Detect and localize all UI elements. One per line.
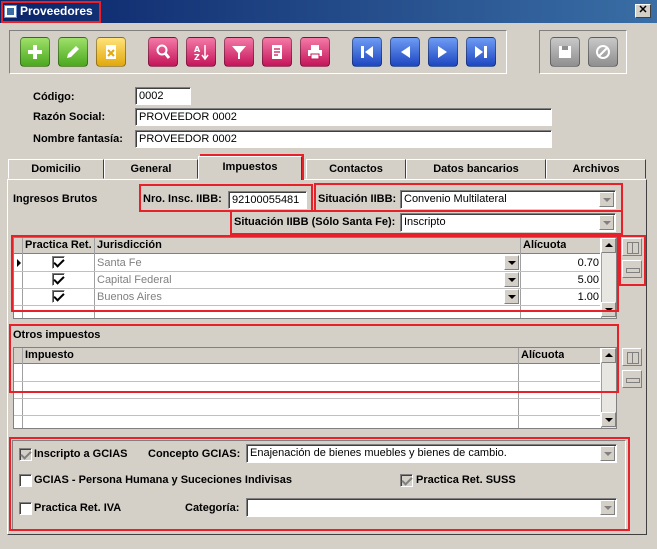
tab-datos-bancarios[interactable]: Datos bancarios bbox=[406, 159, 546, 179]
situacion-sf-select[interactable]: Inscripto bbox=[400, 213, 616, 232]
jurisdiccion-cell[interactable]: Buenos Aires bbox=[97, 289, 162, 305]
alicuota-cell[interactable]: 1.00 bbox=[523, 289, 599, 305]
scroll-up-icon[interactable] bbox=[601, 348, 616, 363]
iva-checkbox[interactable] bbox=[19, 502, 32, 515]
cancel-icon[interactable] bbox=[588, 37, 618, 67]
delete-row-icon[interactable] bbox=[622, 260, 642, 278]
situacion-iibb-select[interactable]: Convenio Multilateral bbox=[400, 190, 616, 209]
sort-az-icon[interactable]: AZ bbox=[186, 37, 216, 67]
suss-checkbox[interactable] bbox=[400, 474, 413, 487]
header-jurisdiccion[interactable]: Jurisdicción bbox=[97, 237, 162, 253]
print-icon[interactable] bbox=[300, 37, 330, 67]
chevron-down-icon[interactable] bbox=[504, 272, 519, 287]
inscripto-gcias-label: Inscripto a GCIAS bbox=[34, 448, 128, 460]
situacion-sf-label: Situación IIBB (Sólo Santa Fe): bbox=[234, 216, 396, 228]
nro-insc-label: Nro. Insc. IIBB: bbox=[143, 193, 222, 205]
otros-impuestos-header bbox=[14, 348, 600, 364]
practica-ret-checkbox[interactable] bbox=[52, 256, 65, 269]
chevron-down-icon[interactable] bbox=[599, 215, 614, 230]
jurisdicciones-scrollbar[interactable] bbox=[601, 238, 616, 318]
tab-contactos[interactable]: Contactos bbox=[306, 159, 406, 179]
alicuota-cell[interactable]: 5.00 bbox=[523, 272, 599, 288]
search-icon[interactable] bbox=[148, 37, 178, 67]
gcias-persona-label: GCIAS - Persona Humana y Suceciones Indi… bbox=[34, 474, 292, 486]
last-record-icon[interactable] bbox=[466, 37, 496, 67]
ingresos-brutos-label: Ingresos Brutos bbox=[13, 193, 98, 205]
chevron-down-icon[interactable] bbox=[504, 289, 519, 304]
razon-social-label: Razón Social: bbox=[33, 111, 106, 123]
otros-impuestos-label: Otros impuestos bbox=[13, 329, 101, 341]
app-icon bbox=[4, 5, 17, 18]
first-record-icon[interactable] bbox=[352, 37, 382, 67]
current-row-indicator bbox=[17, 259, 21, 267]
razon-social-input[interactable]: PROVEEDOR 0002 bbox=[135, 108, 552, 126]
nro-insc-input[interactable]: 92100055481 bbox=[228, 191, 307, 209]
suss-label: Practica Ret. SUSS bbox=[416, 474, 516, 486]
delete-row-icon[interactable] bbox=[622, 370, 642, 388]
header-practica-ret[interactable]: Practica Ret. bbox=[25, 237, 92, 253]
scroll-up-icon[interactable] bbox=[601, 238, 616, 253]
add-row-icon[interactable] bbox=[622, 348, 642, 366]
concepto-gcias-value: Enajenación de bienes muebles y bienes d… bbox=[250, 447, 507, 459]
gcias-persona-checkbox[interactable] bbox=[19, 474, 32, 487]
concepto-gcias-label: Concepto GCIAS: bbox=[148, 448, 241, 460]
situacion-iibb-label: Situación IIBB: bbox=[318, 193, 397, 205]
chevron-down-icon[interactable] bbox=[600, 446, 615, 461]
situacion-sf-value: Inscripto bbox=[404, 216, 446, 228]
tab-domicilio[interactable]: Domicilio bbox=[8, 159, 104, 179]
scroll-down-icon[interactable] bbox=[601, 302, 616, 317]
tab-impuestos[interactable]: Impuestos bbox=[198, 156, 302, 180]
next-record-icon[interactable] bbox=[428, 37, 458, 67]
alicuota-cell[interactable]: 0.70 bbox=[523, 255, 599, 271]
categoria-label: Categoría: bbox=[185, 502, 240, 514]
nombre-fantasia-label: Nombre fantasía: bbox=[33, 133, 123, 145]
codigo-input[interactable]: 0002 bbox=[135, 87, 191, 105]
report-icon[interactable] bbox=[262, 37, 292, 67]
header-impuesto[interactable]: Impuesto bbox=[25, 347, 74, 363]
chevron-down-icon[interactable] bbox=[599, 192, 614, 207]
filter-icon[interactable] bbox=[224, 37, 254, 67]
nombre-fantasia-input[interactable]: PROVEEDOR 0002 bbox=[135, 130, 552, 148]
add-icon[interactable] bbox=[20, 37, 50, 67]
jurisdiccion-cell[interactable]: Santa Fe bbox=[97, 255, 142, 271]
practica-ret-checkbox[interactable] bbox=[52, 290, 65, 303]
categoria-select[interactable] bbox=[246, 498, 617, 517]
delete-doc-icon[interactable] bbox=[96, 37, 126, 67]
scroll-down-icon[interactable] bbox=[601, 412, 616, 427]
chevron-down-icon[interactable] bbox=[600, 500, 615, 515]
concepto-gcias-select[interactable]: Enajenación de bienes muebles y bienes d… bbox=[246, 444, 617, 463]
practica-ret-checkbox[interactable] bbox=[52, 273, 65, 286]
codigo-label: Código: bbox=[33, 91, 75, 103]
window-title: Proveedores bbox=[20, 4, 93, 18]
jurisdiccion-cell[interactable]: Capital Federal bbox=[97, 272, 172, 288]
add-row-icon[interactable] bbox=[622, 238, 642, 256]
title-bar[interactable]: Proveedores ✕ bbox=[0, 0, 657, 23]
header-alicuota-otros[interactable]: Alícuota bbox=[521, 347, 564, 363]
chevron-down-icon[interactable] bbox=[504, 255, 519, 270]
tab-archivos[interactable]: Archivos bbox=[546, 159, 646, 179]
inscripto-gcias-checkbox[interactable] bbox=[19, 448, 32, 461]
svg-text:Z: Z bbox=[194, 53, 200, 61]
tab-general[interactable]: General bbox=[104, 159, 198, 179]
header-alicuota[interactable]: Alícuota bbox=[523, 237, 566, 253]
close-button[interactable]: ✕ bbox=[635, 4, 651, 18]
edit-icon[interactable] bbox=[58, 37, 88, 67]
save-icon[interactable] bbox=[550, 37, 580, 67]
previous-record-icon[interactable] bbox=[390, 37, 420, 67]
situacion-iibb-value: Convenio Multilateral bbox=[404, 193, 507, 205]
iva-label: Practica Ret. IVA bbox=[34, 502, 122, 514]
otros-scrollbar[interactable] bbox=[601, 348, 616, 428]
